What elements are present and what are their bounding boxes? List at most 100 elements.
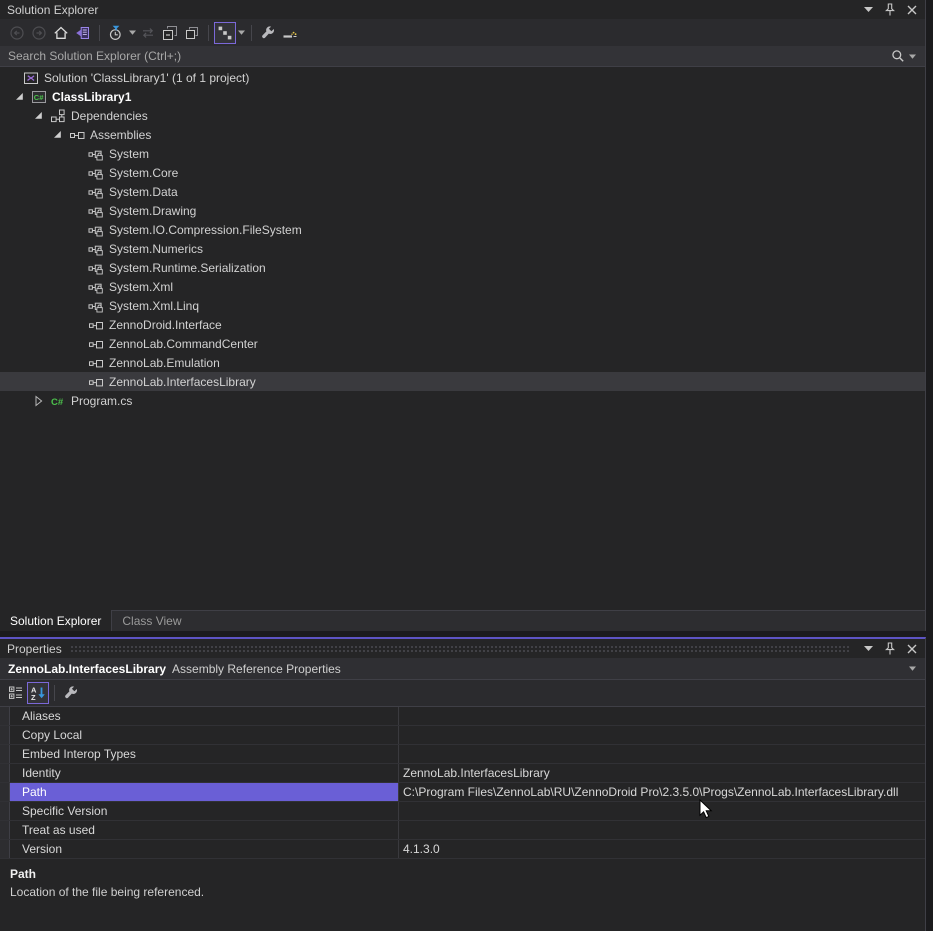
combo-dropdown-button[interactable] [908,664,917,673]
sync-selection-button[interactable] [214,22,236,44]
search-icon [890,48,906,64]
object-selector-combo[interactable]: ZennoLab.InterfacesLibrary Assembly Refe… [0,658,925,680]
tree-item-program-cs[interactable]: C#Program.cs [0,391,925,410]
properties-toolbar: AZ [0,680,925,706]
show-all-files-button[interactable] [181,22,203,44]
pin-button[interactable] [881,2,899,18]
expanded-arrow-icon[interactable] [48,127,68,143]
tab-solution-explorer[interactable]: Solution Explorer [0,610,112,631]
assembly-lock-icon [87,279,105,295]
assembly-lock-icon [87,260,105,276]
property-row-identity[interactable]: IdentityZennoLab.InterfacesLibrary [0,764,925,783]
tree-item-system-xml[interactable]: System.Xml [0,277,925,296]
tree-item-classlibrary1[interactable]: C#ClassLibrary1 [0,87,925,106]
property-value[interactable] [399,802,925,820]
collapsed-arrow-icon[interactable] [29,393,49,409]
tree-item-system-xml-linq[interactable]: System.Xml.Linq [0,296,925,315]
grid-gutter [0,726,10,744]
tab-class-view[interactable]: Class View [112,611,191,631]
property-row-embed-interop-types[interactable]: Embed Interop Types [0,745,925,764]
window-menu-chevron-button[interactable] [859,641,877,657]
tree-item-system-drawing[interactable]: System.Drawing [0,201,925,220]
property-name[interactable]: Copy Local [10,726,399,744]
property-name[interactable]: Aliases [10,707,399,725]
property-value[interactable] [399,745,925,763]
close-button[interactable] [903,641,921,657]
property-row-copy-local[interactable]: Copy Local [0,726,925,745]
property-value[interactable] [399,726,925,744]
sync-active-document-icon [75,25,91,41]
tree-item-system-io-compression-filesystem[interactable]: System.IO.Compression.FileSystem [0,220,925,239]
property-name[interactable]: Embed Interop Types [10,745,399,763]
window-menu-chevron-icon [863,644,874,653]
assemblies-icon [68,127,86,143]
expanded-arrow-icon[interactable] [29,108,49,124]
property-value[interactable]: C:\Program Files\ZennoLab\RU\ZennoDroid … [399,783,925,801]
property-value[interactable] [399,707,925,725]
property-row-aliases[interactable]: Aliases [0,707,925,726]
property-row-path[interactable]: PathC:\Program Files\ZennoLab\RU\ZennoDr… [0,783,925,802]
window-buttons [859,2,921,18]
pin-button[interactable] [881,641,899,657]
tree-item-zennolab-commandcenter[interactable]: ZennoLab.CommandCenter [0,334,925,353]
property-value[interactable] [399,821,925,839]
properties-title: Properties [7,642,70,656]
property-pages-wrench-button[interactable] [60,682,82,704]
property-value[interactable]: 4.1.3.0 [399,840,925,858]
property-name[interactable]: Path [10,783,399,801]
grid-gutter [0,783,10,801]
tree-item-system-data[interactable]: System.Data [0,182,925,201]
sync-selection-dropdown-button[interactable] [236,28,246,37]
property-name[interactable]: Specific Version [10,802,399,820]
alphabetical-button[interactable]: AZ [27,682,49,704]
property-row-version[interactable]: Version4.1.3.0 [0,840,925,859]
tree-item-assemblies[interactable]: Assemblies [0,125,925,144]
properties-wrench-button[interactable] [257,22,279,44]
assembly-lock-icon [87,146,105,162]
assembly-lock-icon [87,165,105,181]
property-pages-wrench-icon [63,685,79,701]
property-row-specific-version[interactable]: Specific Version [0,802,925,821]
pending-changes-filter-button[interactable] [105,22,127,44]
tree-item-system-numerics[interactable]: System.Numerics [0,239,925,258]
property-value[interactable]: ZennoLab.InterfacesLibrary [399,764,925,782]
search-options-button[interactable] [890,48,925,64]
tree-item-system-core[interactable]: System.Core [0,163,925,182]
window-menu-chevron-button[interactable] [859,2,877,18]
tree-item-zennodroid-interface[interactable]: ZennoDroid.Interface [0,315,925,334]
tree-item-system[interactable]: System [0,144,925,163]
tree-item-system-runtime-serialization[interactable]: System.Runtime.Serialization [0,258,925,277]
tree-item-zennolab-interfaceslibrary[interactable]: ZennoLab.InterfacesLibrary [0,372,925,391]
expanded-arrow-icon[interactable] [10,89,30,105]
property-name[interactable]: Identity [10,764,399,782]
tree-item-zennolab-emulation[interactable]: ZennoLab.Emulation [0,353,925,372]
toolbar-separator [99,25,100,41]
forward-button[interactable] [28,22,50,44]
sync-active-document-button[interactable] [72,22,94,44]
property-name[interactable]: Treat as used [10,821,399,839]
property-name[interactable]: Version [10,840,399,858]
tree-item-dependencies[interactable]: Dependencies [0,106,925,125]
collapse-all-button[interactable] [159,22,181,44]
property-row-treat-as-used[interactable]: Treat as used [0,821,925,840]
solution-explorer-titlebar[interactable]: Solution Explorer [0,0,925,19]
pending-changes-filter-dropdown-button[interactable] [127,28,137,37]
selected-object-kind: Assembly Reference Properties [172,662,341,676]
home-button[interactable] [50,22,72,44]
categorized-button[interactable] [5,682,27,704]
preview-selected-items-button[interactable] [279,22,301,44]
search-input[interactable] [0,49,890,63]
arrow-spacer [67,279,87,295]
close-button[interactable] [903,2,921,18]
tree-item-label: ZennoLab.Emulation [109,356,220,370]
tree-item-label: System.Core [109,166,178,180]
arrow-spacer [67,374,87,390]
arrow-spacer [67,203,87,219]
window-buttons [859,641,921,657]
properties-titlebar[interactable]: Properties [0,639,925,658]
back-button[interactable] [6,22,28,44]
window-menu-chevron-icon [863,5,874,14]
tree-item-solution-classlibrary1-1-of-1-project[interactable]: Solution 'ClassLibrary1' (1 of 1 project… [0,68,925,87]
sync-selection-icon [217,25,233,41]
refresh-button[interactable] [137,22,159,44]
